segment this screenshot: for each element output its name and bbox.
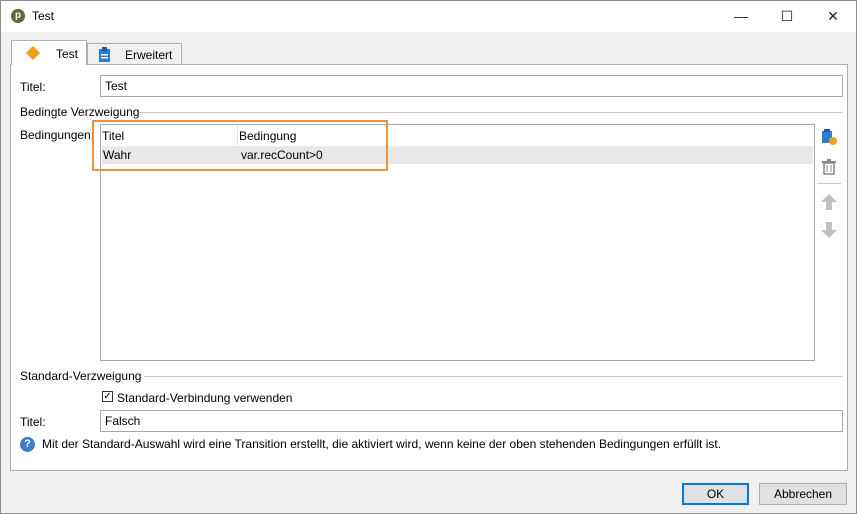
toolbar-divider	[817, 183, 841, 184]
maximize-icon: ☐	[780, 8, 794, 24]
default-title-input[interactable]: Falsch	[100, 410, 843, 432]
title-label: Titel:	[20, 80, 46, 94]
ok-button[interactable]: OK	[682, 483, 749, 505]
use-default-label[interactable]: Standard-Verbindung verwenden	[117, 391, 292, 405]
window-title: Test	[32, 9, 55, 23]
use-default-checkbox[interactable]: ✓	[102, 391, 113, 402]
info-icon: ?	[20, 437, 35, 452]
tab-erweitert[interactable]: Erweitert	[87, 43, 182, 66]
clipboard-icon	[99, 47, 110, 62]
info-text: Mit der Standard-Auswahl wird eine Trans…	[42, 437, 722, 451]
title-input[interactable]: Test	[100, 75, 843, 97]
conditions-label: Bedingungen:	[20, 128, 95, 142]
add-icon[interactable]	[820, 128, 838, 146]
tab-test[interactable]: Test	[11, 40, 87, 65]
default-section-header: Standard-Verzweigung	[20, 369, 142, 383]
delete-icon[interactable]	[820, 158, 838, 176]
highlight-box	[92, 120, 388, 171]
tab-erweitert-label: Erweitert	[125, 48, 173, 62]
tab-test-label: Test	[56, 47, 79, 61]
close-icon: ✕	[827, 8, 839, 24]
move-down-icon[interactable]	[820, 221, 838, 239]
section-divider	[139, 112, 842, 113]
title-bar: p Test — ☐ ✕	[1, 1, 856, 32]
dialog-window: p Test — ☐ ✕ Test Erweitert Titel: Test …	[0, 0, 857, 514]
minimize-icon: —	[734, 8, 748, 24]
maximize-button[interactable]: ☐	[764, 1, 810, 32]
move-up-icon[interactable]	[820, 193, 838, 211]
cancel-button[interactable]: Abbrechen	[759, 483, 847, 505]
diamond-icon	[25, 45, 41, 61]
conditional-section-header: Bedingte Verzweigung	[20, 105, 140, 119]
app-icon: p	[11, 9, 25, 23]
close-button[interactable]: ✕	[810, 1, 856, 32]
default-title-label: Titel:	[20, 415, 46, 429]
minimize-button[interactable]: —	[718, 1, 764, 32]
section-divider	[144, 376, 842, 377]
